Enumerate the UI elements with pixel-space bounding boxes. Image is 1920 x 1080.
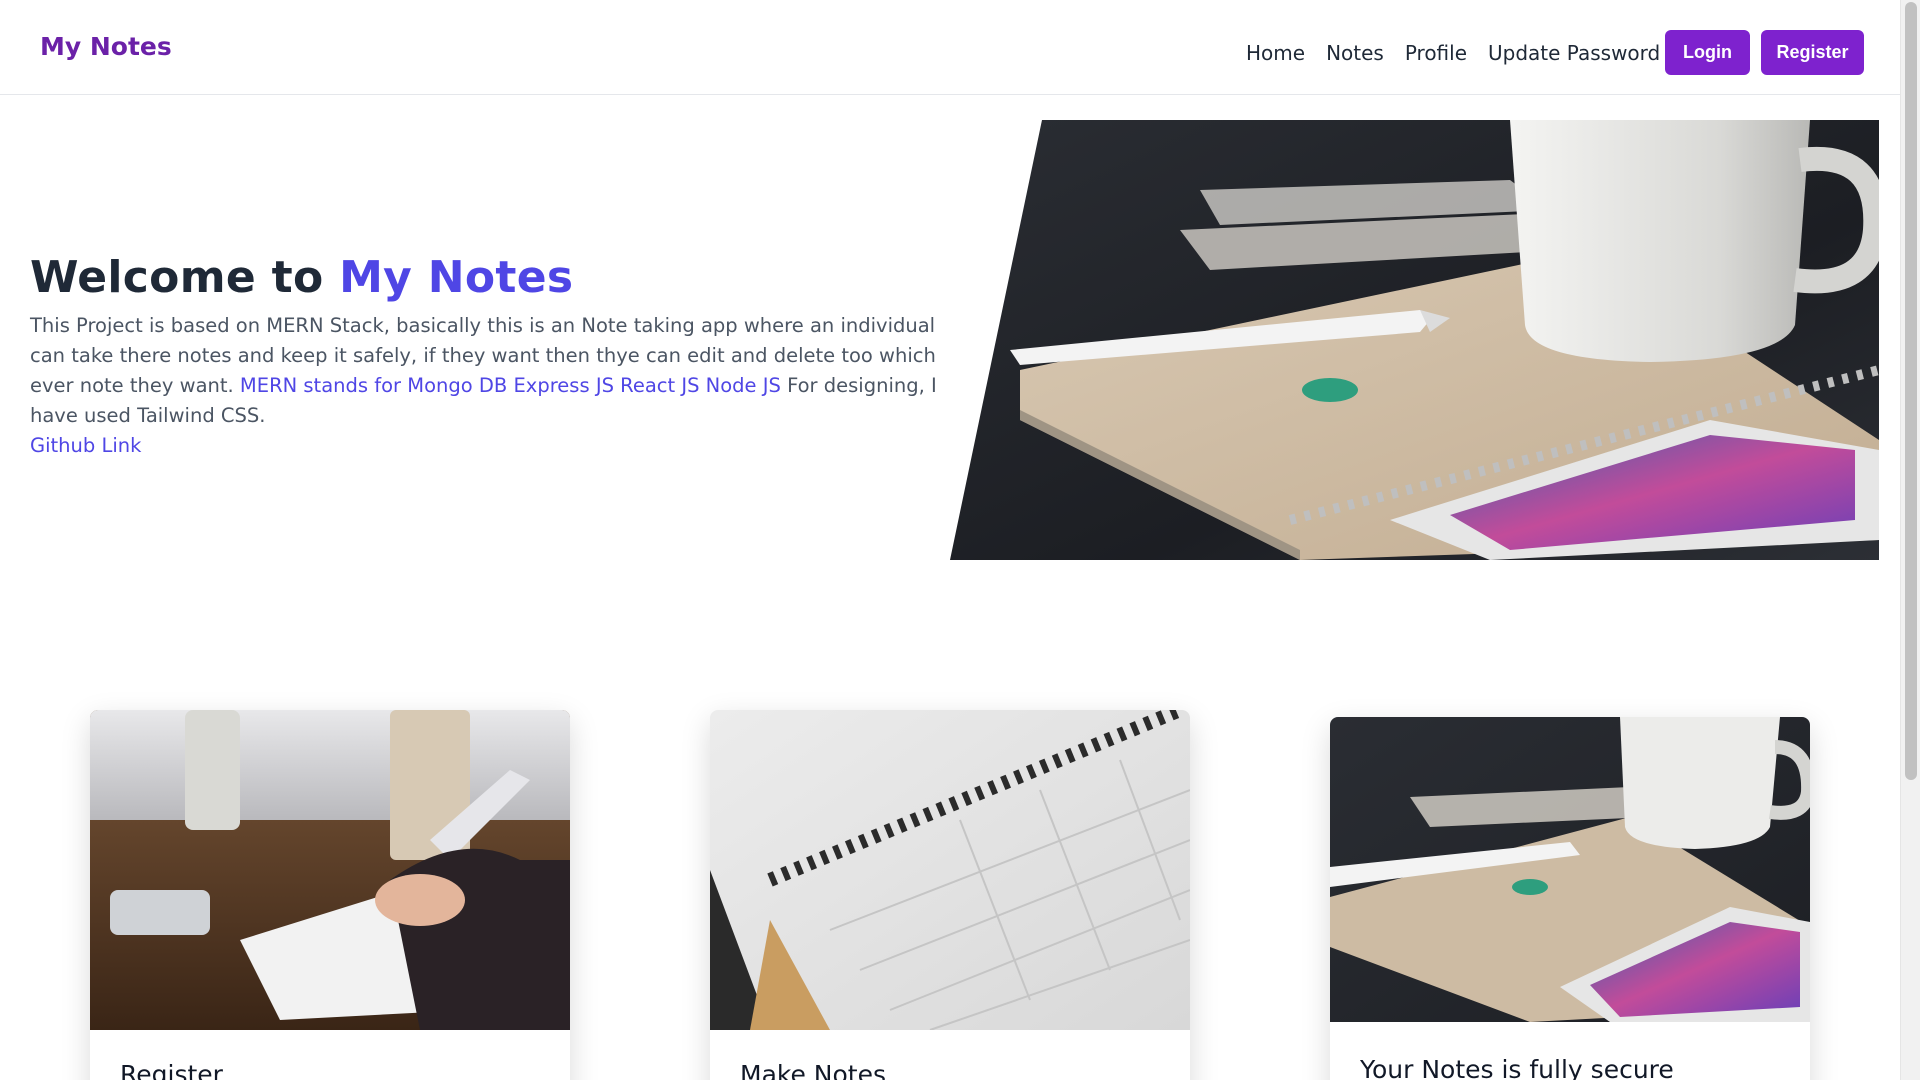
- feature-card-secure-notes: Your Notes is fully secure: [1330, 717, 1810, 1080]
- feature-card-register: Register: [90, 710, 570, 1080]
- scrollbar-thumb[interactable]: [1905, 2, 1917, 780]
- hero-title-accent: My Notes: [339, 252, 574, 303]
- brand-logo[interactable]: My Notes: [40, 32, 172, 61]
- login-button[interactable]: Login: [1665, 30, 1750, 75]
- card-title: Make Notes: [740, 1060, 887, 1080]
- hero-description: This Project is based on MERN Stack, bas…: [30, 311, 945, 461]
- notebook-desk-photo: [1330, 717, 1810, 1022]
- writing-notebook-photo: [90, 710, 570, 1030]
- notebook-desk-photo: [950, 120, 1879, 560]
- feature-card-make-notes: Make Notes: [710, 710, 1190, 1080]
- planner-notebook-photo: [710, 710, 1190, 1030]
- main-nav: Home Notes Profile Update Password: [1246, 41, 1660, 65]
- nav-home-link[interactable]: Home: [1246, 41, 1305, 65]
- nav-update-password-link[interactable]: Update Password: [1488, 41, 1660, 65]
- github-link[interactable]: Github Link: [30, 434, 141, 457]
- hero-title-prefix: Welcome to: [30, 252, 340, 303]
- hero-image: [950, 120, 1879, 560]
- nav-notes-link[interactable]: Notes: [1326, 41, 1384, 65]
- register-button[interactable]: Register: [1761, 30, 1864, 75]
- hero-title: Welcome to My Notes: [30, 252, 573, 303]
- mern-link[interactable]: MERN stands for Mongo DB Express JS Reac…: [240, 374, 781, 397]
- page-scrollbar[interactable]: [1900, 0, 1920, 1080]
- card-title: Register: [120, 1060, 223, 1080]
- top-navbar: My Notes Home Notes Profile Update Passw…: [0, 0, 1900, 95]
- nav-profile-link[interactable]: Profile: [1405, 41, 1467, 65]
- card-title: Your Notes is fully secure: [1360, 1055, 1674, 1080]
